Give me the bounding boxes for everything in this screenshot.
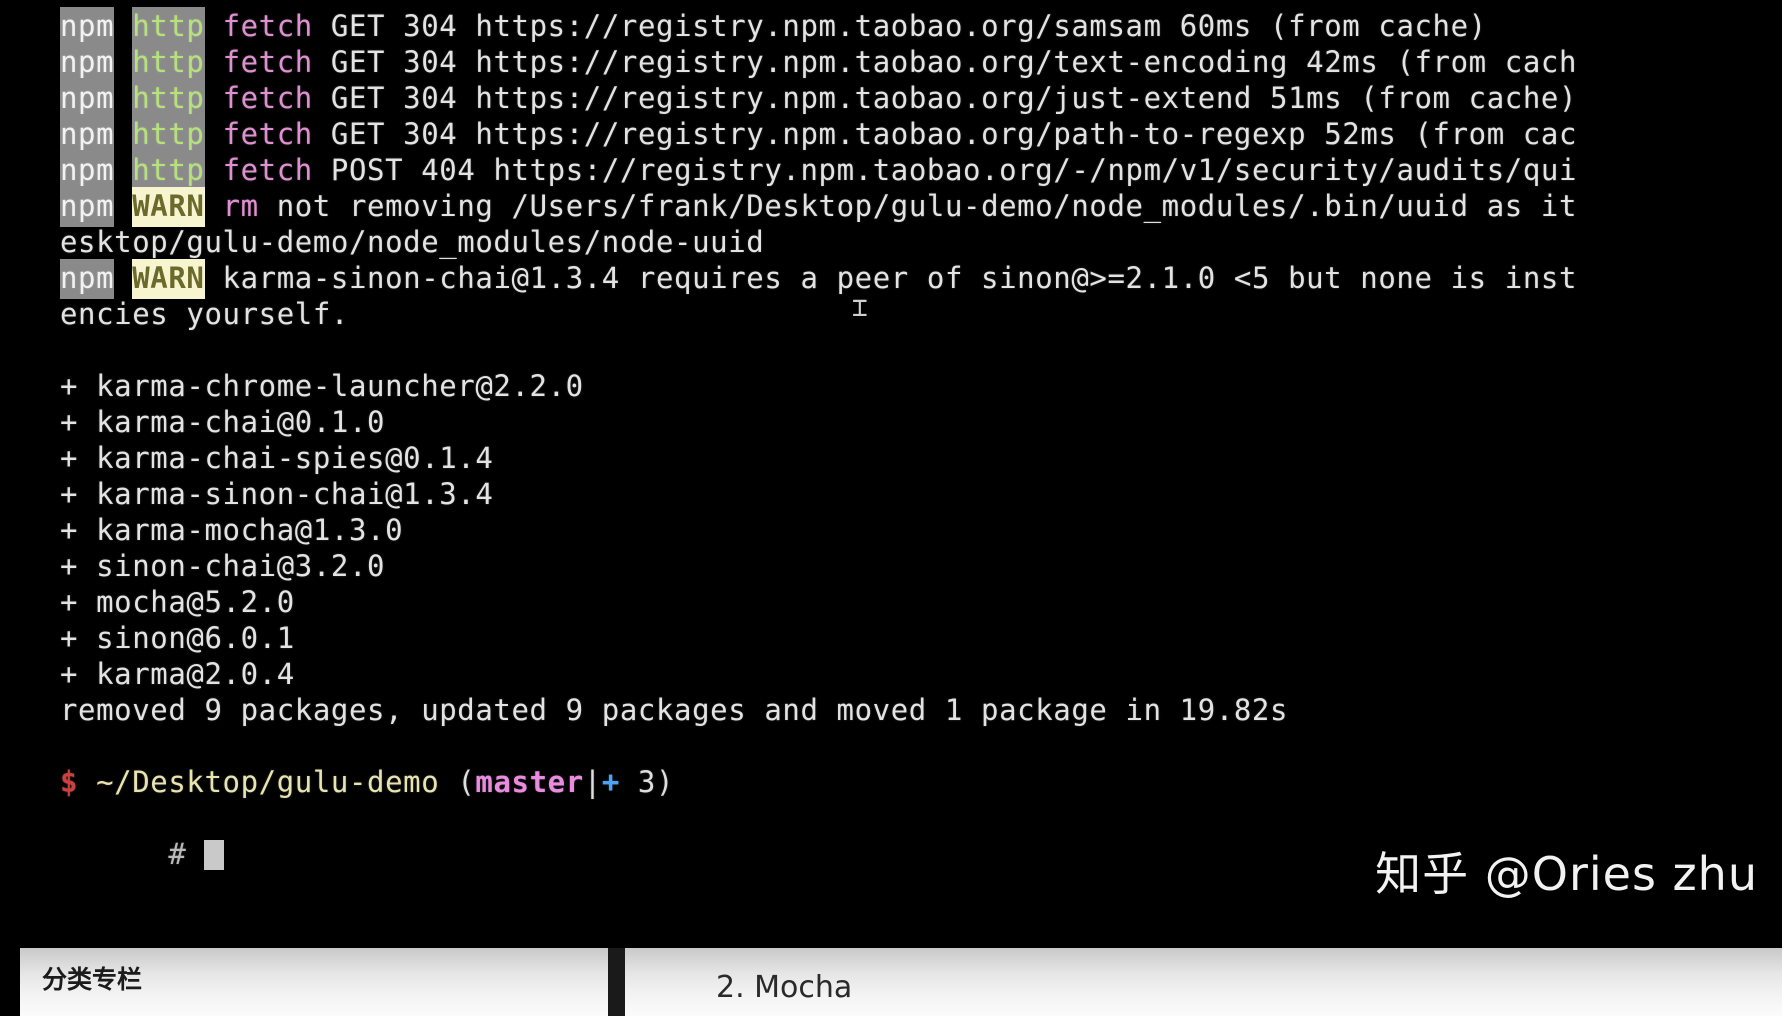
terminal-text-segment: fetch xyxy=(222,81,313,115)
terminal-text-segment: http xyxy=(132,43,205,83)
terminal-text-segment: + karma-chai-spies@0.1.4 xyxy=(60,441,494,475)
terminal-text-segment: npm xyxy=(60,151,115,191)
terminal-text-segment: encies yourself. xyxy=(60,297,349,331)
terminal-text-segment: WARN xyxy=(132,259,205,299)
terminal-line: + mocha@5.2.0 xyxy=(60,584,295,620)
terminal-line: + karma@2.0.4 xyxy=(60,656,295,692)
terminal-text-segment: npm xyxy=(60,259,115,299)
terminal-text-segment: GET 304 https://registry.npm.taobao.org/… xyxy=(312,9,1487,43)
terminal-line: npm http fetch GET 304 https://registry.… xyxy=(60,115,1578,155)
terminal-line: + sinon@6.0.1 xyxy=(60,620,295,656)
terminal-text-segment: master xyxy=(475,765,584,799)
terminal-text-segment: http xyxy=(132,7,205,47)
terminal-text-segment: fetch xyxy=(222,117,313,151)
terminal-text-segment: ~/Desktop/gulu-demo xyxy=(96,765,440,799)
terminal-text-segment: http xyxy=(132,79,205,119)
terminal-text-segment: ( xyxy=(457,765,476,799)
terminal-text-segment: + mocha@5.2.0 xyxy=(60,585,295,619)
terminal-line: + karma-sinon-chai@1.3.4 xyxy=(60,476,493,512)
terminal-line: npm WARN rm not removing /Users/frank/De… xyxy=(60,187,1578,227)
terminal-text-segment: rm xyxy=(222,189,259,223)
terminal-text-segment: http xyxy=(132,151,205,191)
terminal-window[interactable]: npm http fetch GET 304 https://registry.… xyxy=(0,0,1782,948)
terminal-text-segment: + karma-chrome-launcher@2.2.0 xyxy=(60,369,584,403)
terminal-text-segment: GET 304 https://registry.npm.taobao.org/… xyxy=(312,81,1578,115)
terminal-text-segment: $ xyxy=(60,765,79,799)
terminal-line: npm http fetch GET 304 https://registry.… xyxy=(60,43,1578,83)
terminal-line: npm http fetch POST 404 https://registry… xyxy=(60,151,1578,191)
terminal-line: encies yourself. xyxy=(60,296,349,332)
background-page-strip: 分类专栏 2. Mocha xyxy=(0,948,1782,1016)
terminal-text-segment: npm xyxy=(60,187,115,227)
terminal-line: esktop/gulu-demo/node_modules/node-uuid xyxy=(60,224,764,260)
prompt-hash-symbol: # xyxy=(168,837,187,871)
category-column-label: 分类专栏 xyxy=(42,965,143,994)
terminal-text-segment: GET 304 https://registry.npm.taobao.org/… xyxy=(312,117,1578,151)
terminal-line: + karma-chrome-launcher@2.2.0 xyxy=(60,368,584,404)
terminal-line: npm WARN karma-sinon-chai@1.3.4 requires… xyxy=(60,259,1578,299)
terminal-text-segment: + karma@2.0.4 xyxy=(60,657,295,691)
panel-divider xyxy=(608,948,625,1016)
article-heading-mocha: 2. Mocha xyxy=(716,970,853,1005)
terminal-line: + sinon-chai@3.2.0 xyxy=(60,548,385,584)
terminal-text-segment: GET 304 https://registry.npm.taobao.org/… xyxy=(312,45,1578,79)
terminal-line: + karma-chai-spies@0.1.4 xyxy=(60,440,493,476)
terminal-text-segment: ) xyxy=(656,765,675,799)
terminal-text-segment: + xyxy=(601,765,620,799)
terminal-text-segment: fetch xyxy=(222,153,313,187)
terminal-text-segment: + sinon@6.0.1 xyxy=(60,621,295,655)
terminal-line: + karma-chai@0.1.0 xyxy=(60,404,385,440)
terminal-text-segment: npm xyxy=(60,7,115,47)
terminal-text-segment: + sinon-chai@3.2.0 xyxy=(60,549,386,583)
terminal-text-segment: npm xyxy=(60,43,115,83)
screenshot-root: npm http fetch GET 304 https://registry.… xyxy=(0,0,1782,1016)
terminal-prompt-line[interactable]: # xyxy=(60,800,225,908)
terminal-text-segment: not removing /Users/frank/Desktop/gulu-d… xyxy=(258,189,1578,223)
terminal-text-segment: removed 9 packages, updated 9 packages a… xyxy=(60,693,1289,727)
terminal-text-segment: + karma-mocha@1.3.0 xyxy=(60,513,404,547)
terminal-text-segment: 3 xyxy=(619,765,656,799)
terminal-text-segment: fetch xyxy=(222,9,313,43)
terminal-text-segment: karma-sinon-chai@1.3.4 requires a peer o… xyxy=(204,261,1578,295)
zhihu-watermark: 知乎 @Ories zhu xyxy=(1375,847,1758,901)
terminal-text-segment: esktop/gulu-demo/node_modules/node-uuid xyxy=(60,225,765,259)
text-cursor-icon: ⌶ xyxy=(852,293,868,323)
terminal-line: removed 9 packages, updated 9 packages a… xyxy=(60,692,1288,728)
terminal-text-segment: | xyxy=(583,765,602,799)
terminal-text-segment: WARN xyxy=(132,187,205,227)
terminal-text-segment: npm xyxy=(60,115,115,155)
terminal-text-segment: + karma-sinon-chai@1.3.4 xyxy=(60,477,494,511)
terminal-text-segment: http xyxy=(132,115,205,155)
terminal-text-segment: POST 404 https://registry.npm.taobao.org… xyxy=(312,153,1578,187)
terminal-line: $ ~/Desktop/gulu-demo (master|+ 3) xyxy=(60,764,674,800)
terminal-line: npm http fetch GET 304 https://registry.… xyxy=(60,79,1578,119)
terminal-text-segment: + karma-chai@0.1.0 xyxy=(60,405,386,439)
terminal-line: npm http fetch GET 304 https://registry.… xyxy=(60,7,1487,47)
terminal-text-segment: fetch xyxy=(222,45,313,79)
terminal-block-cursor xyxy=(204,840,225,870)
terminal-line: + karma-mocha@1.3.0 xyxy=(60,512,403,548)
terminal-text-segment: npm xyxy=(60,79,115,119)
